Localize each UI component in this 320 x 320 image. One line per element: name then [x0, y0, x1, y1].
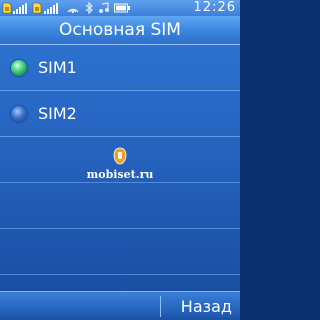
- page-title: Основная SIM: [59, 20, 181, 40]
- sim1-icon: [2, 2, 12, 14]
- sim2-icon: [32, 2, 42, 14]
- divider: [0, 274, 240, 275]
- radio-selected-icon[interactable]: [11, 60, 27, 76]
- music-icon: [99, 2, 109, 13]
- back-button[interactable]: Назад: [181, 292, 232, 320]
- radio-icon: [67, 8, 79, 14]
- title-bar: Основная SIM: [0, 16, 240, 45]
- list-item-sim2[interactable]: SIM2: [0, 91, 240, 137]
- bluetooth-icon: [85, 2, 93, 14]
- screen: 12:26 Основная SIM SIM1 SIM2 mobiset.ru …: [0, 0, 240, 320]
- list-item-label: SIM2: [38, 104, 77, 123]
- divider: [0, 182, 240, 183]
- clock: 12:26: [193, 0, 236, 15]
- watermark-text: mobiset.ru: [86, 168, 154, 181]
- signal-icon: [44, 3, 58, 14]
- signal-icon: [13, 3, 27, 14]
- watermark-logo-icon: [113, 147, 127, 165]
- softkey-bar: Назад: [0, 291, 240, 320]
- list-item-sim1[interactable]: SIM1: [0, 45, 240, 91]
- radio-unselected-icon[interactable]: [11, 106, 27, 122]
- list-item-label: SIM1: [38, 58, 77, 77]
- status-bar: 12:26: [0, 0, 240, 16]
- divider: [0, 228, 240, 229]
- softkey-divider: [160, 296, 161, 317]
- battery-icon: [114, 3, 130, 13]
